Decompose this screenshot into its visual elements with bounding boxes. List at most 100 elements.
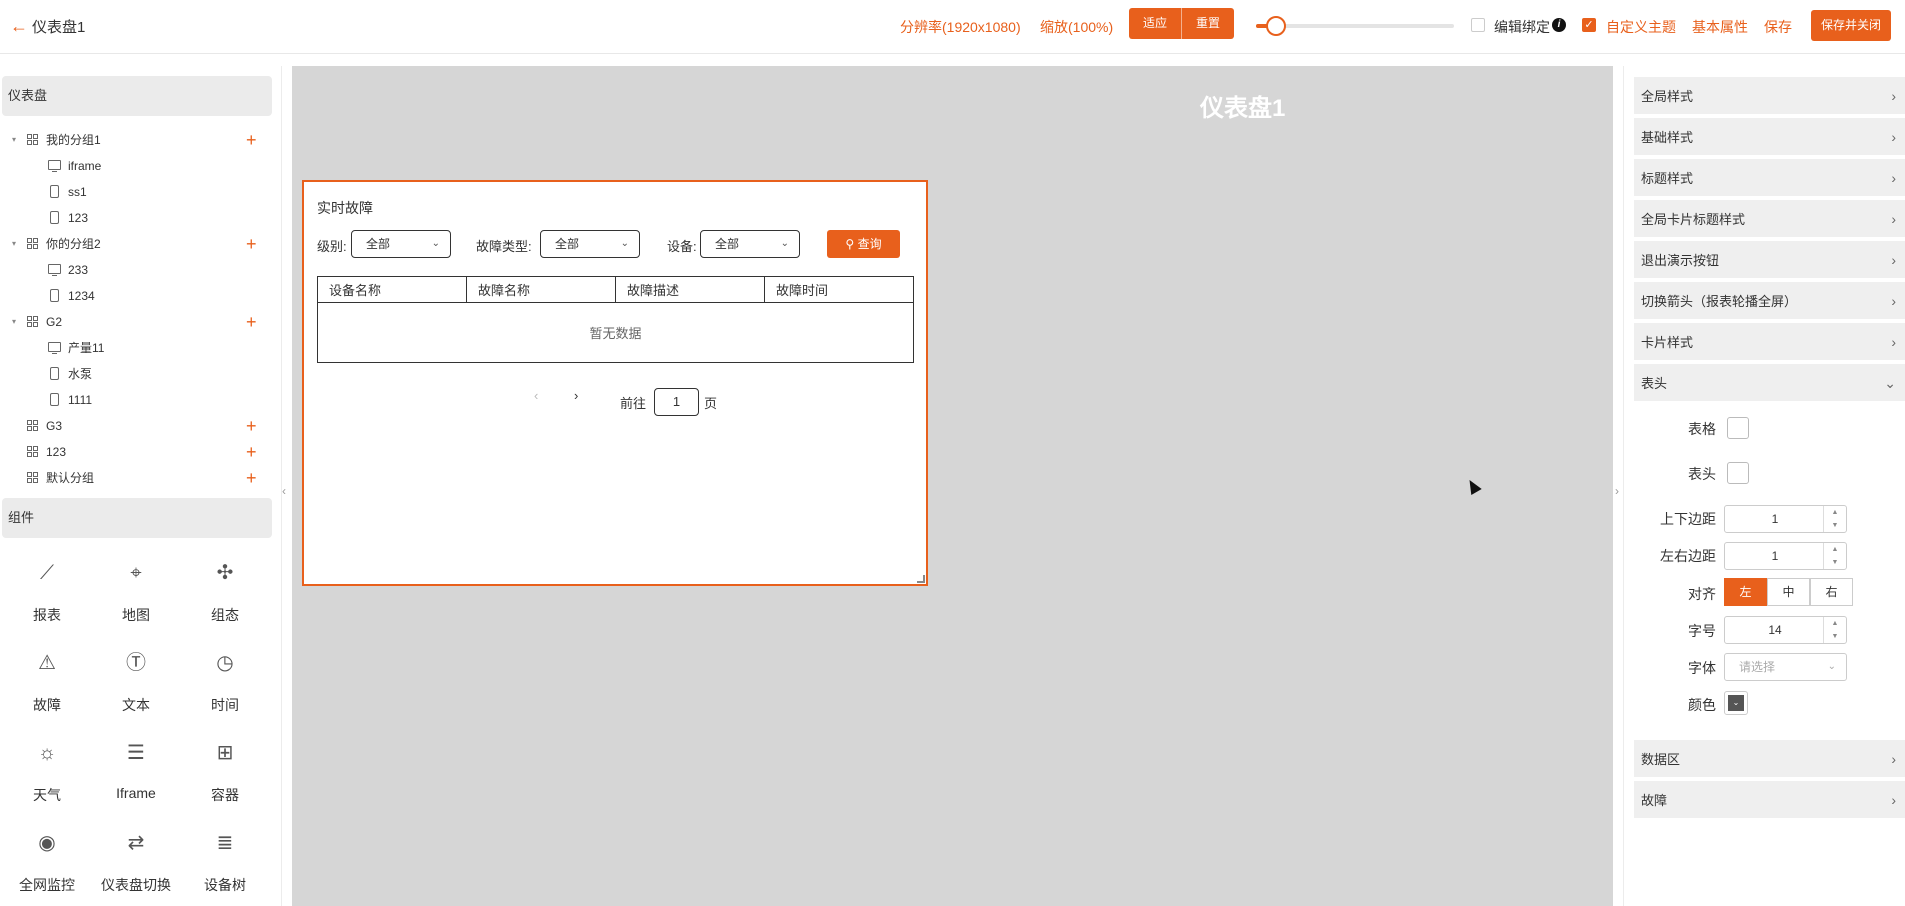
fit-button[interactable]: 适应: [1129, 8, 1182, 39]
table-border-checkbox[interactable]: [1727, 417, 1749, 439]
font-size-stepper[interactable]: 14 ▲ ▼: [1724, 616, 1847, 644]
tree-item[interactable]: ss1: [0, 181, 270, 203]
component-item[interactable]: ⌖ 地图: [96, 561, 176, 625]
caret-down-icon[interactable]: ▾: [12, 129, 20, 151]
custom-theme-label[interactable]: 自定义主题: [1606, 17, 1676, 37]
tree-item[interactable]: 1234: [0, 285, 270, 307]
tree-group[interactable]: 123 +: [0, 441, 270, 463]
resize-handle-icon[interactable]: [917, 575, 925, 583]
component-item[interactable]: ⟋ 报表: [7, 561, 87, 625]
page-title: 仪表盘1: [32, 19, 86, 36]
chevron-right-icon: ›: [1891, 252, 1896, 268]
component-item[interactable]: ⇄ 仪表盘切换: [96, 831, 176, 895]
zoom-label[interactable]: 缩放(100%): [1040, 17, 1113, 37]
caret-down-icon[interactable]: ▾: [12, 233, 20, 255]
tree-item[interactable]: 水泵: [0, 363, 270, 385]
table-header[interactable]: 故障时间: [764, 276, 914, 303]
warning-icon: ⚠: [38, 652, 56, 674]
reset-button[interactable]: 重置: [1181, 8, 1235, 39]
align-center-button[interactable]: 中: [1767, 578, 1810, 606]
back-arrow-icon[interactable]: ←: [8, 15, 30, 37]
tree-group[interactable]: G3 +: [0, 415, 270, 437]
grid-cell: [33, 322, 38, 327]
stepper-arrows-icon[interactable]: ▲ ▼: [1823, 506, 1846, 532]
tree-icon: ≣: [216, 832, 234, 854]
level-select[interactable]: 全部 ⌄: [351, 230, 451, 258]
save-link[interactable]: 保存: [1764, 17, 1792, 37]
component-item[interactable]: ☰ Iframe: [96, 741, 176, 801]
table-header[interactable]: 故障描述: [615, 276, 765, 303]
fault-type-select[interactable]: 全部 ⌄: [540, 230, 640, 258]
font-size-label: 字号: [1688, 623, 1716, 639]
tree-group[interactable]: ▾ 我的分组1 +: [0, 129, 270, 151]
style-section-header[interactable]: 卡片样式 ›: [1634, 323, 1905, 362]
add-icon[interactable]: +: [246, 233, 257, 255]
caret-down-icon[interactable]: ▾: [12, 311, 20, 333]
tb-margin-value: 1: [1771, 512, 1779, 526]
grid-cell: [27, 452, 32, 457]
save-close-button[interactable]: 保存并关闭: [1811, 10, 1892, 41]
style-section-header[interactable]: 全局样式 ›: [1634, 77, 1905, 116]
add-icon[interactable]: +: [246, 441, 257, 463]
component-item[interactable]: ⚠ 故障: [7, 651, 87, 715]
add-icon[interactable]: +: [246, 129, 257, 151]
style-section-header[interactable]: 故障 ›: [1634, 781, 1905, 820]
component-item[interactable]: ◷ 时间: [185, 651, 265, 715]
chevron-right-icon: ›: [1891, 170, 1896, 186]
mobile-icon: [50, 289, 59, 302]
next-page-icon[interactable]: ›: [574, 388, 578, 403]
stepper-arrows-icon[interactable]: ▲ ▼: [1823, 543, 1846, 569]
zoom-slider[interactable]: [1256, 16, 1454, 36]
resolution-label[interactable]: 分辨率(1920x1080): [900, 17, 1021, 37]
tree-item[interactable]: 产量11: [0, 337, 270, 359]
tree-group[interactable]: 默认分组 +: [0, 467, 270, 489]
dashboard-canvas[interactable]: 仪表盘1 实时故障 级别: 全部 ⌄ 故障类型: 全部 ⌄ 设备: 全部 ⌄ ⚲…: [292, 66, 1613, 906]
align-right-button[interactable]: 右: [1810, 578, 1853, 606]
device-select[interactable]: 全部 ⌄: [700, 230, 800, 258]
table-header[interactable]: 故障名称: [466, 276, 616, 303]
style-section-header[interactable]: 切换箭头（报表轮播全屏） ›: [1634, 282, 1905, 321]
fault-card[interactable]: 实时故障 级别: 全部 ⌄ 故障类型: 全部 ⌄ 设备: 全部 ⌄ ⚲ 查询 设…: [302, 180, 928, 586]
level-label: 级别:: [317, 239, 347, 254]
style-section-header[interactable]: 基础样式 ›: [1634, 118, 1905, 157]
custom-theme-checkbox[interactable]: ✓: [1582, 18, 1596, 32]
tree-item[interactable]: 233: [0, 259, 270, 281]
left-collapse-icon[interactable]: ‹: [282, 484, 292, 498]
add-icon[interactable]: +: [246, 415, 257, 437]
tb-margin-stepper[interactable]: 1 ▲ ▼: [1724, 505, 1847, 533]
style-section-header[interactable]: 表头 ⌄: [1634, 364, 1905, 403]
style-section-header[interactable]: 全局卡片标题样式 ›: [1634, 200, 1905, 239]
add-icon[interactable]: +: [246, 467, 257, 489]
info-icon[interactable]: i: [1552, 18, 1566, 32]
tree-item[interactable]: 1111: [0, 389, 270, 411]
tree-group[interactable]: ▾ 你的分组2 +: [0, 233, 270, 255]
component-item[interactable]: Ⓣ 文本: [96, 651, 176, 715]
lr-margin-stepper[interactable]: 1 ▲ ▼: [1724, 542, 1847, 570]
header-border-checkbox[interactable]: [1727, 462, 1749, 484]
table-header[interactable]: 设备名称: [317, 276, 467, 303]
component-item[interactable]: ≣ 设备树: [185, 831, 265, 895]
basic-props-link[interactable]: 基本属性: [1692, 17, 1748, 37]
component-item[interactable]: ✣ 组态: [185, 561, 265, 625]
font-select[interactable]: 请选择 ⌄: [1724, 653, 1847, 681]
component-item[interactable]: ⊞ 容器: [185, 741, 265, 805]
prev-page-icon[interactable]: ‹: [534, 388, 538, 403]
align-left-button[interactable]: 左: [1724, 578, 1767, 606]
lr-margin-value: 1: [1771, 549, 1779, 563]
fault-table: 设备名称 故障名称 故障描述 故障时间 暂无数据: [317, 276, 914, 363]
tree-item[interactable]: 123: [0, 207, 270, 229]
page-input[interactable]: 1: [654, 388, 699, 416]
tree-item[interactable]: iframe: [0, 155, 270, 177]
edit-bind-checkbox[interactable]: [1471, 18, 1485, 32]
add-icon[interactable]: +: [246, 311, 257, 333]
tree-group[interactable]: ▾ G2 +: [0, 311, 270, 333]
component-item[interactable]: ☼ 天气: [7, 741, 87, 805]
color-picker[interactable]: ⌄: [1724, 691, 1748, 715]
stepper-arrows-icon[interactable]: ▲ ▼: [1823, 617, 1846, 643]
style-section-header[interactable]: 退出演示按钮 ›: [1634, 241, 1905, 280]
zoom-slider-handle[interactable]: [1265, 16, 1286, 36]
style-section-header[interactable]: 标题样式 ›: [1634, 159, 1905, 198]
component-item[interactable]: ◉ 全网监控: [7, 831, 87, 895]
query-button[interactable]: ⚲ 查询: [827, 230, 900, 258]
style-section-header[interactable]: 数据区 ›: [1634, 740, 1905, 779]
